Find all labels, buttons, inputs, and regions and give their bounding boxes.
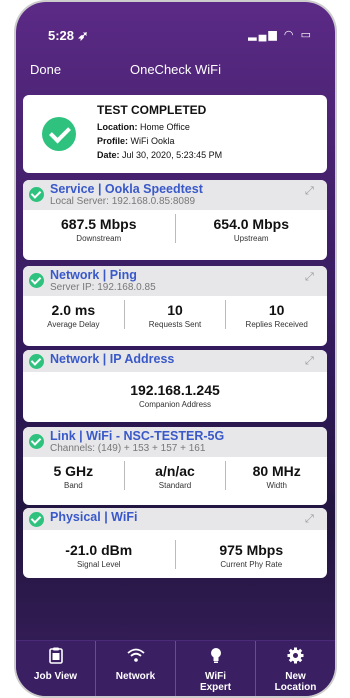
metric-requests-sent: 10 Requests Sent xyxy=(125,300,227,329)
ip-address-card[interactable]: Network | IP Address ⤢ 192.168.1.245 Com… xyxy=(23,350,327,422)
wifi-icon xyxy=(96,647,175,671)
metric-average-delay: 2.0 ms Average Delay xyxy=(23,300,125,329)
service-title: Service | Ookla Speedtest xyxy=(50,182,203,196)
test-summary-card: TEST COMPLETED Location: Home Office Pro… xyxy=(23,95,327,173)
pass-check-icon xyxy=(29,187,44,202)
link-metrics: 5 GHz Band a/n/ac Standard 80 MHz Width xyxy=(23,457,327,494)
expand-icon[interactable]: ⤢ xyxy=(305,355,319,369)
physical-card-header: Physical | WiFi ⤢ xyxy=(23,508,327,530)
ping-metrics: 2.0 ms Average Delay 10 Requests Sent 10… xyxy=(23,296,327,333)
tab-new-location[interactable]: New Location xyxy=(256,641,335,696)
metric-band: 5 GHz Band xyxy=(23,461,125,490)
service-card-header: Service | Ookla Speedtest Local Server: … xyxy=(23,180,327,210)
summary-heading: TEST COMPLETED xyxy=(97,103,207,117)
wifi-status-icon: ◠ xyxy=(283,29,296,41)
pass-check-icon xyxy=(29,434,44,449)
service-card[interactable]: Service | Ookla Speedtest Local Server: … xyxy=(23,180,327,260)
metric-standard: a/n/ac Standard xyxy=(125,461,227,490)
battery-icon: ▭ xyxy=(300,29,313,41)
ping-card[interactable]: Network | Ping Server IP: 192.168.0.85 ⤢… xyxy=(23,266,327,346)
completed-check-icon xyxy=(42,117,76,151)
link-card-header: Link | WiFi - NSC-TESTER-5G Channels: (1… xyxy=(23,427,327,457)
expand-icon[interactable]: ⤢ xyxy=(305,185,319,199)
tab-network[interactable]: Network xyxy=(96,641,176,696)
link-subtitle: Channels: (149) + 153 + 157 + 161 xyxy=(50,443,206,454)
tab-job-view[interactable]: Job View xyxy=(16,641,96,696)
ip-card-header: Network | IP Address ⤢ xyxy=(23,350,327,372)
tab-wifi-expert[interactable]: WiFi Expert xyxy=(176,641,256,696)
metric-downstream: 687.5 Mbps Downstream xyxy=(23,214,176,243)
signal-icon: ▂▄▆ xyxy=(248,29,279,41)
pass-check-icon xyxy=(29,354,44,369)
metric-width: 80 MHz Width xyxy=(252,463,301,490)
metric-replies-received: 10 Replies Received xyxy=(245,302,308,329)
metric-companion-address: 192.168.1.245 Companion Address xyxy=(130,382,220,409)
expand-icon[interactable]: ⤢ xyxy=(305,271,319,285)
page-title: OneCheck WiFi xyxy=(129,62,222,77)
summary-profile: Profile: WiFi Ookla xyxy=(97,136,175,146)
clipboard-icon xyxy=(16,647,95,671)
status-icons: ▂▄▆ ◠ ▭ xyxy=(248,28,313,41)
ping-subtitle: Server IP: 192.168.0.85 xyxy=(50,282,156,293)
status-bar: 5:28 ➶ ▂▄▆ ◠ ▭ xyxy=(16,24,335,44)
service-subtitle: Local Server: 192.168.0.85:8089 xyxy=(50,196,196,207)
nav-bar: Done OneCheck WiFi xyxy=(16,58,335,82)
link-title: Link | WiFi - NSC-TESTER-5G xyxy=(50,429,225,443)
link-card[interactable]: Link | WiFi - NSC-TESTER-5G Channels: (1… xyxy=(23,427,327,505)
metric-upstream: 654.0 Mbps Upstream xyxy=(213,216,289,243)
ping-card-header: Network | Ping Server IP: 192.168.0.85 ⤢ xyxy=(23,266,327,296)
pass-check-icon xyxy=(29,273,44,288)
lightbulb-icon xyxy=(176,647,255,671)
ip-title: Network | IP Address xyxy=(50,352,175,366)
expand-icon[interactable]: ⤢ xyxy=(305,513,319,527)
metric-phy-rate: 975 Mbps Current Phy Rate xyxy=(219,542,284,569)
bottom-tab-bar: Job View Network WiFi Expert New Locatio… xyxy=(16,640,335,696)
service-metrics: 687.5 Mbps Downstream 654.0 Mbps Upstrea… xyxy=(23,210,327,247)
ip-metrics: 192.168.1.245 Companion Address xyxy=(23,376,327,413)
gear-icon xyxy=(256,647,335,671)
phone-screen: 5:28 ➶ ▂▄▆ ◠ ▭ Done OneCheck WiFi TEST C… xyxy=(16,2,335,696)
ping-title: Network | Ping xyxy=(50,268,137,282)
summary-location: Location: Home Office xyxy=(97,122,190,132)
physical-title: Physical | WiFi xyxy=(50,510,138,524)
metric-signal-level: -21.0 dBm Signal Level xyxy=(23,540,176,569)
summary-date: Date: Jul 30, 2020, 5:23:45 PM xyxy=(97,150,223,160)
physical-card[interactable]: Physical | WiFi ⤢ -21.0 dBm Signal Level… xyxy=(23,508,327,578)
physical-metrics: -21.0 dBm Signal Level 975 Mbps Current … xyxy=(23,536,327,573)
pass-check-icon xyxy=(29,512,44,527)
status-time: 5:28 ➶ xyxy=(48,28,89,43)
